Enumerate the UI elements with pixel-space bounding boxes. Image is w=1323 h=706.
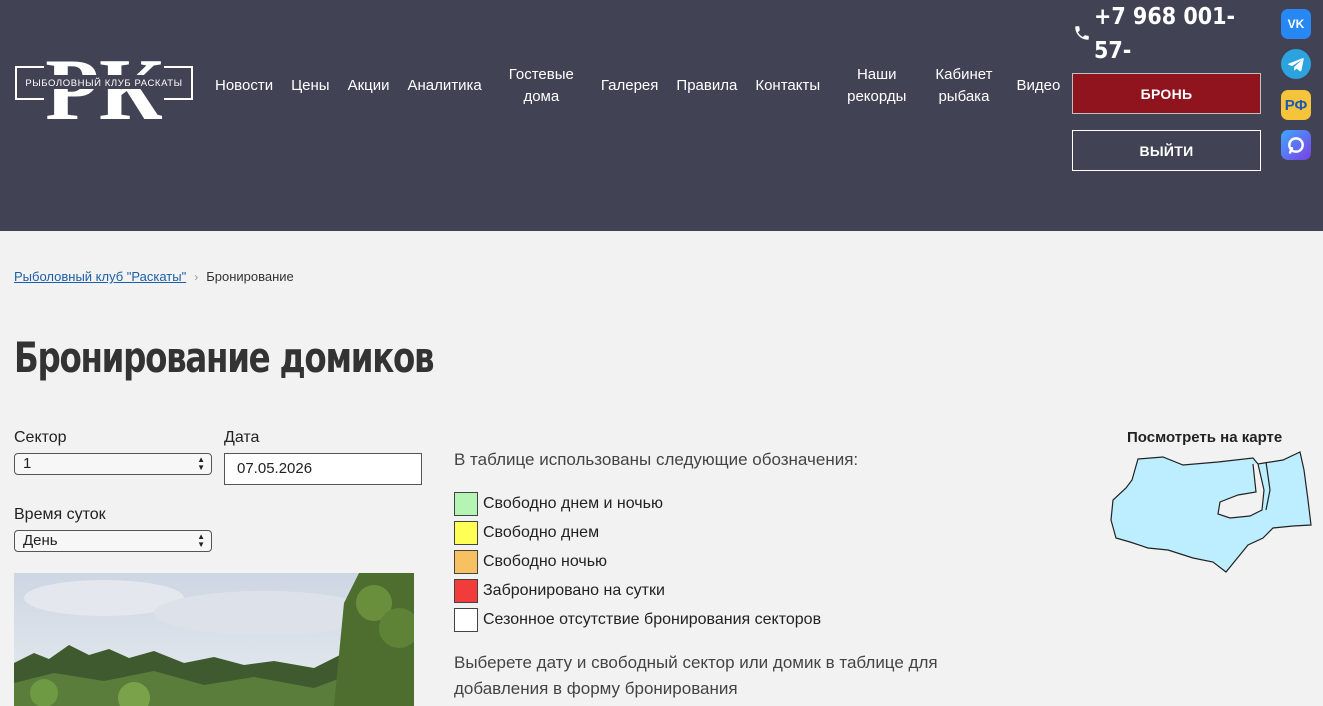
- time-select[interactable]: День ▲ ▼: [14, 530, 212, 552]
- legend-item: Свободно днем: [454, 518, 821, 547]
- nav-video[interactable]: Видео: [1004, 75, 1069, 97]
- nav-cabinet-line2: рыбака: [938, 88, 990, 105]
- telegram-icon: [1288, 58, 1304, 72]
- sector-label: Сектор: [14, 429, 67, 446]
- lake-photo: [14, 573, 414, 706]
- breadcrumb-home[interactable]: Рыболовный клуб "Раскаты": [14, 269, 186, 284]
- site-header: РК РЫБОЛОВНЫЙ КЛУБ РАСКАТЫ Новости Цены …: [0, 0, 1323, 231]
- time-label: Время суток: [14, 506, 106, 523]
- sector-select[interactable]: 1 ▲ ▼: [14, 453, 212, 475]
- nav-records-line2: рекорды: [847, 88, 907, 105]
- legend-item: Забронировано на сутки: [454, 576, 821, 605]
- legend-label: Забронировано на сутки: [483, 581, 665, 599]
- rf-link[interactable]: РФ: [1281, 90, 1311, 120]
- phone-icon: [1075, 26, 1089, 40]
- legend-label: Свободно днем: [483, 523, 600, 541]
- breadcrumb: Рыболовный клуб "Раскаты" › Бронирование: [14, 269, 294, 284]
- legend-swatch: [454, 491, 478, 516]
- club-logo[interactable]: РК РЫБОЛОВНЫЙ КЛУБ РАСКАТЫ: [14, 47, 194, 123]
- nav-gallery[interactable]: Галерея: [583, 75, 668, 97]
- nav-promos[interactable]: Акции: [339, 75, 399, 97]
- nav-prices[interactable]: Цены: [282, 75, 339, 97]
- nav-guest-houses[interactable]: Гостевые дома: [491, 64, 583, 108]
- legend-swatch: [454, 549, 478, 574]
- nav-news[interactable]: Новости: [206, 75, 282, 97]
- vk-icon: VK: [1287, 17, 1305, 31]
- select-arrows-icon: ▲ ▼: [197, 532, 205, 549]
- legend-swatch: [454, 578, 478, 603]
- nav-contacts[interactable]: Контакты: [746, 75, 829, 97]
- nav-rules[interactable]: Правила: [667, 75, 746, 97]
- main-nav: Новости Цены Акции Аналитика Гостевые до…: [206, 62, 1069, 110]
- legend: Свободно днем и ночью Свободно днем Своб…: [454, 489, 821, 634]
- telegram-link[interactable]: [1281, 49, 1311, 79]
- legend-item: Сезонное отсутствие бронирования секторо…: [454, 605, 821, 634]
- max-messenger-icon: [1288, 137, 1304, 154]
- nav-cabinet[interactable]: Кабинет рыбака: [926, 64, 1004, 108]
- page-title: Бронирование домиков: [14, 333, 435, 382]
- select-arrows-icon: ▲ ▼: [197, 455, 205, 472]
- legend-label: Свободно ночью: [483, 552, 608, 570]
- chevron-right-icon: ›: [194, 269, 199, 284]
- time-value: День: [23, 532, 58, 549]
- legend-item: Свободно ночью: [454, 547, 821, 576]
- lake-map[interactable]: [1108, 450, 1314, 576]
- legend-label: Сезонное отсутствие бронирования секторо…: [483, 610, 822, 628]
- exit-button[interactable]: ВЫЙТИ: [1072, 130, 1261, 171]
- nav-guest-line1: Гостевые: [508, 66, 574, 83]
- date-label: Дата: [224, 429, 260, 446]
- nav-records[interactable]: Наши рекорды: [829, 64, 926, 108]
- nav-cabinet-line1: Кабинет: [935, 66, 993, 83]
- nav-records-line1: Наши: [856, 66, 897, 83]
- nav-analytics[interactable]: Аналитика: [399, 75, 491, 97]
- breadcrumb-current: Бронирование: [206, 269, 294, 284]
- legend-title: В таблице использованы следующие обознач…: [454, 450, 859, 469]
- logo-tagline: РЫБОЛОВНЫЙ КЛУБ РАСКАТЫ: [25, 77, 182, 89]
- nav-guest-line2: дома: [523, 88, 560, 105]
- map-title[interactable]: Посмотреть на карте: [1127, 429, 1282, 446]
- sector-value: 1: [23, 455, 32, 472]
- legend-label: Свободно днем и ночью: [483, 494, 663, 512]
- date-input[interactable]: 07.05.2026: [224, 453, 422, 485]
- bron-button[interactable]: БРОНЬ: [1072, 73, 1261, 114]
- legend-item: Свободно днем и ночью: [454, 489, 821, 518]
- booking-note: Выберете дату и свободный сектор или дом…: [454, 653, 938, 698]
- legend-swatch: [454, 520, 478, 545]
- legend-swatch: [454, 607, 478, 632]
- phone-line1: +7 968 001-57-: [1094, 4, 1236, 64]
- rf-icon: РФ: [1284, 96, 1308, 114]
- vk-link[interactable]: VK: [1281, 9, 1311, 39]
- max-messenger-link[interactable]: [1281, 130, 1311, 160]
